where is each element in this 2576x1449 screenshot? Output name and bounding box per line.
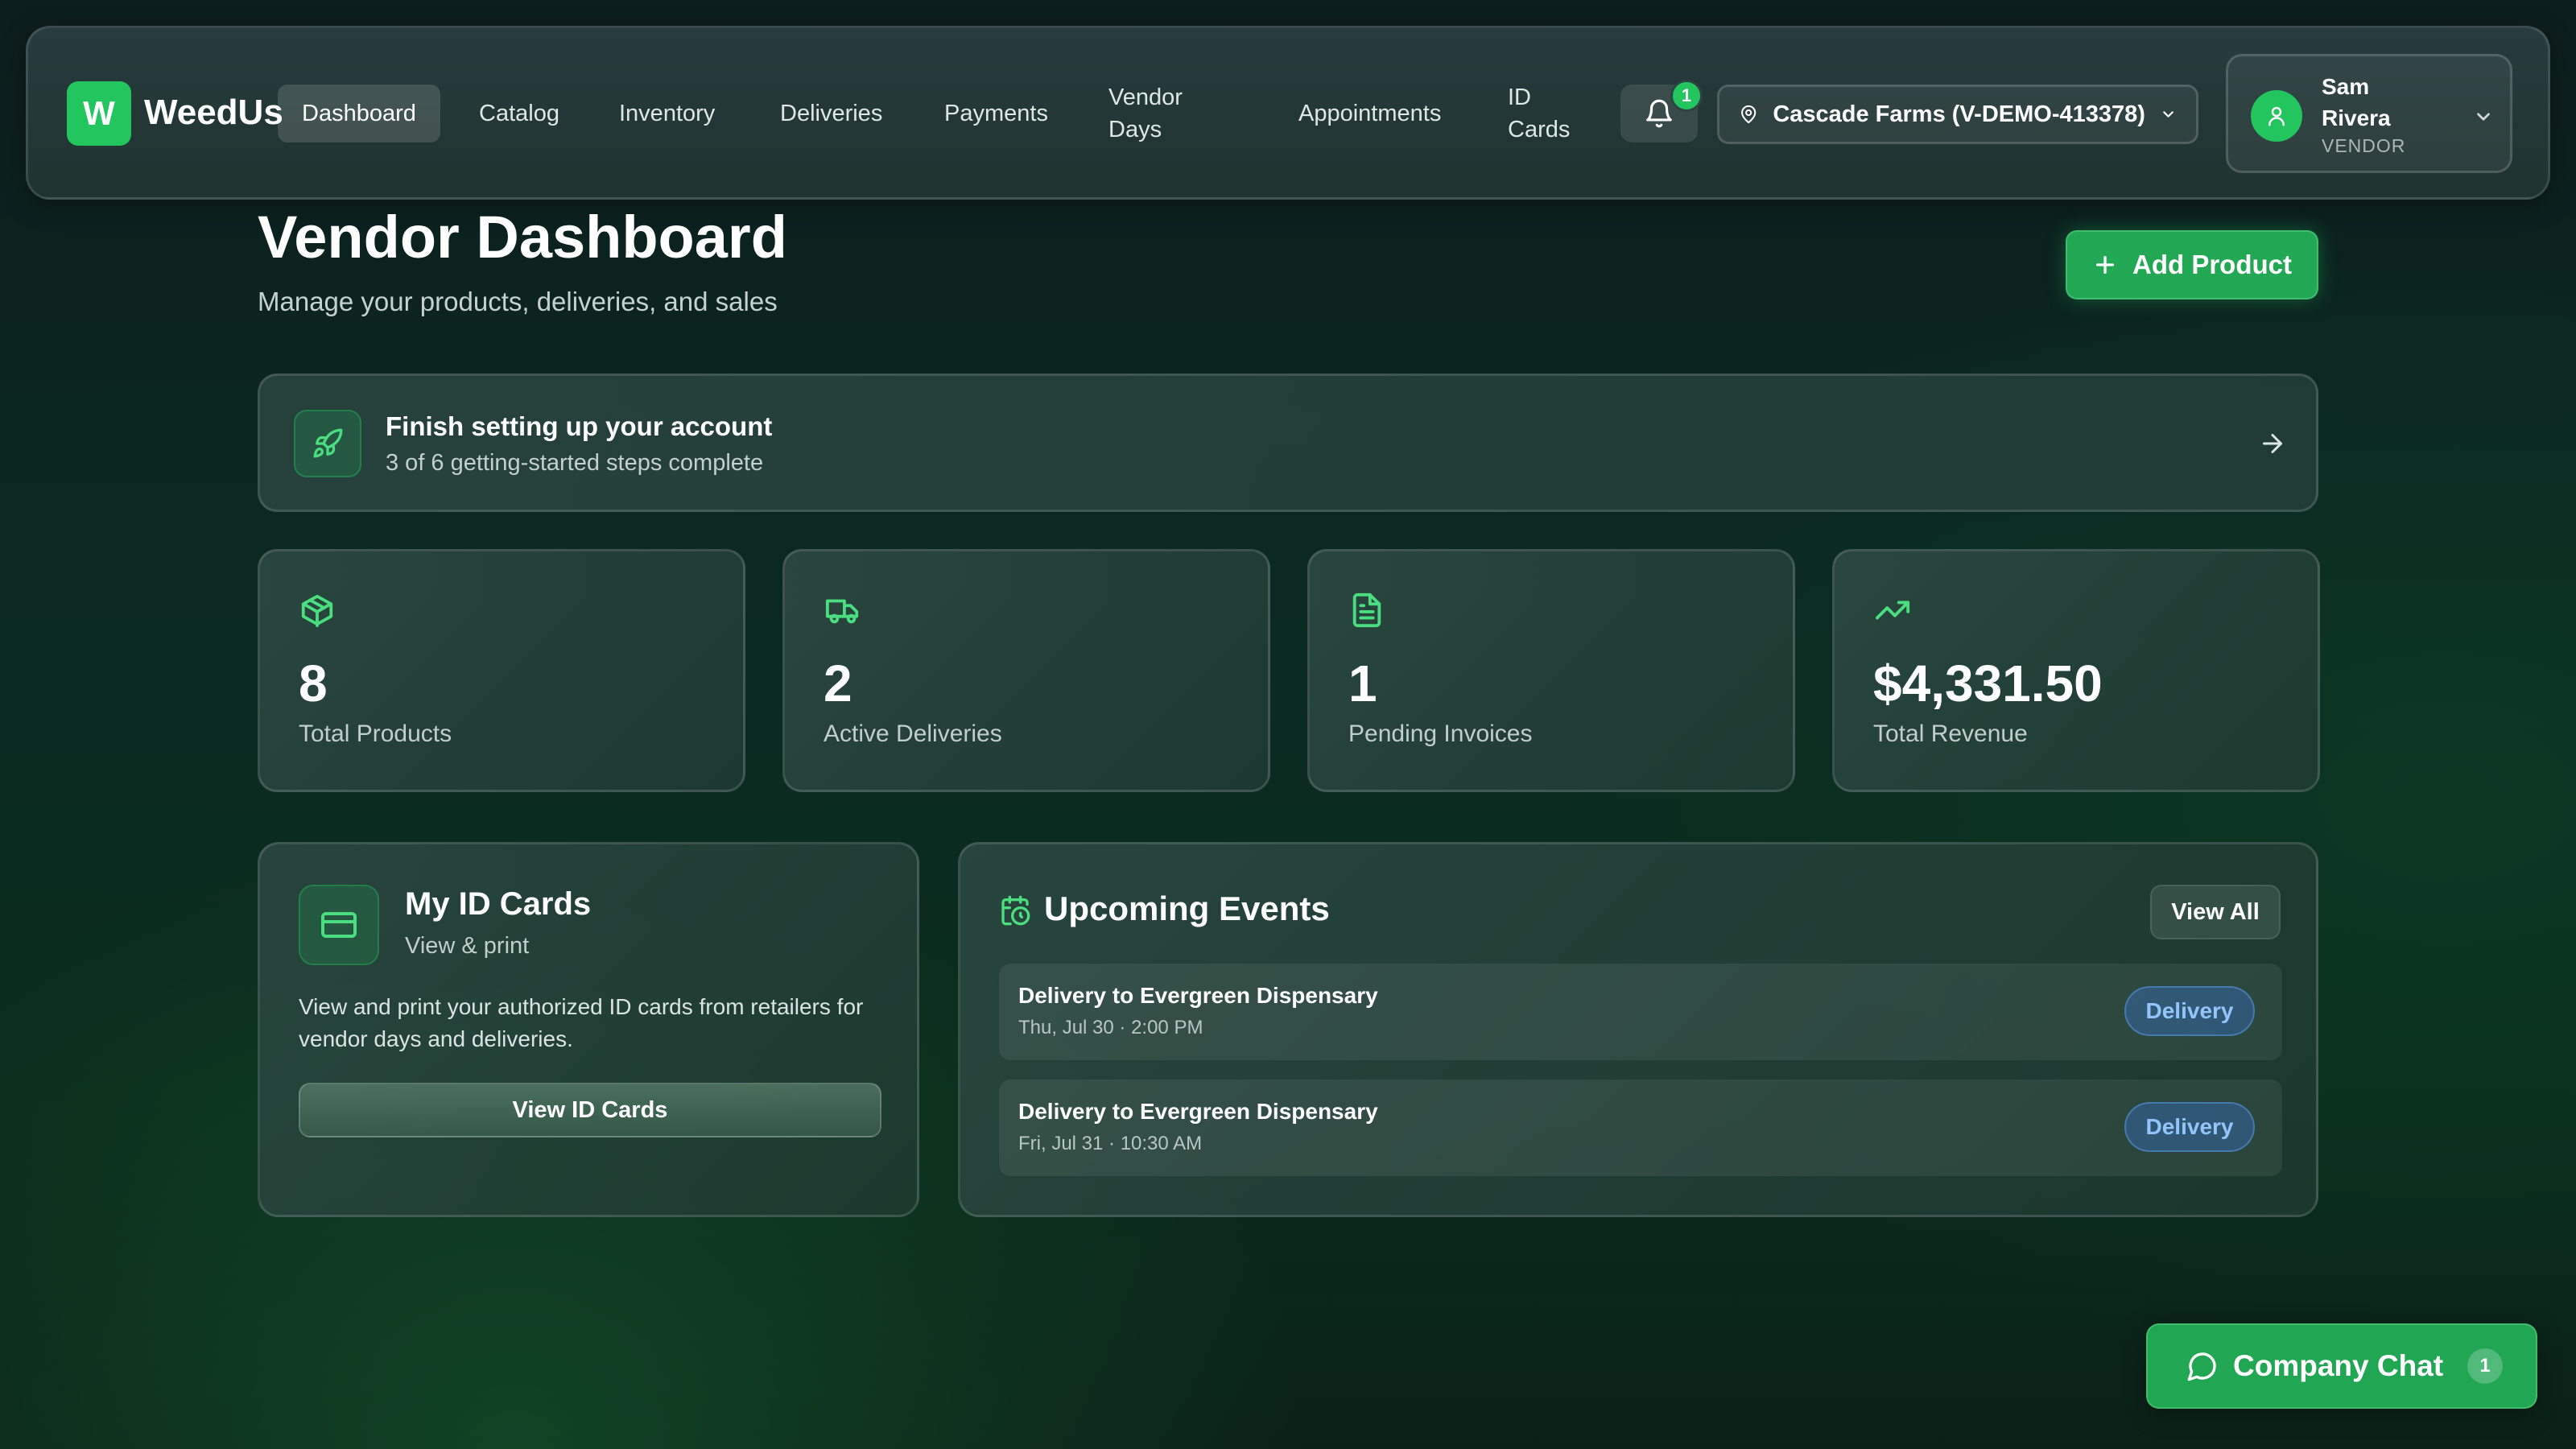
truck-icon (825, 599, 859, 624)
upcoming-events-panel: Upcoming Events View All Delivery to Eve… (958, 842, 2318, 1217)
nav-inventory[interactable]: Inventory (619, 97, 715, 130)
upcoming-events-title: Upcoming Events (1044, 890, 1330, 927)
location-label: Cascade Farms (V-DEMO-413378) (1773, 101, 2145, 127)
message-circle-icon (2187, 1352, 2216, 1381)
chevron-down-icon (2477, 113, 2490, 121)
nav-catalog[interactable]: Catalog (479, 97, 559, 130)
page-title: Vendor Dashboard (258, 204, 787, 270)
event-title: Delivery to Evergreen Dispensary (1018, 1099, 1378, 1124)
stat-card-total-revenue[interactable]: $4,331.50 Total Revenue (1832, 549, 2320, 792)
id-cards-subtitle: View & print (405, 933, 530, 959)
location-select[interactable]: Cascade Farms (V-DEMO-413378) (1717, 85, 2198, 144)
stat-card-pending-invoices[interactable]: 1 Pending Invoices (1307, 549, 1795, 792)
nav-id-cards[interactable]: ID Cards (1508, 81, 1572, 146)
user-icon (2268, 106, 2285, 126)
id-card-icon-box (299, 885, 379, 965)
calendar-clock-icon (1001, 895, 1030, 926)
event-row[interactable]: Delivery to Evergreen Dispensary Thu, Ju… (999, 964, 2282, 1060)
chat-unread-badge: 1 (2467, 1348, 2504, 1384)
stat-label: Total Products (299, 720, 452, 747)
arrow-right-icon (2263, 434, 2282, 453)
page-subtitle: Manage your products, deliveries, and sa… (258, 287, 778, 316)
event-title: Delivery to Evergreen Dispensary (1018, 983, 1378, 1008)
nav-dashboard[interactable]: Dashboard (278, 85, 440, 142)
stat-label: Active Deliveries (824, 720, 1002, 747)
trending-up-icon (1875, 601, 1910, 620)
stat-value: 2 (824, 654, 852, 712)
notification-badge: 1 (1670, 80, 1703, 112)
stat-value: 1 (1348, 654, 1377, 712)
nav-deliveries[interactable]: Deliveries (780, 97, 882, 130)
setup-progress-text: 3 of 6 getting-started steps complete (386, 450, 764, 476)
stat-value: 8 (299, 654, 328, 712)
stat-value: $4,331.50 (1873, 654, 2103, 712)
app-name[interactable]: WeedUs (144, 86, 283, 139)
nav-payments[interactable]: Payments (944, 97, 1048, 130)
add-product-button[interactable]: Add Product (2066, 230, 2318, 299)
user-name: Sam Rivera (2322, 74, 2391, 130)
user-role: VENDOR (2322, 135, 2406, 156)
credit-card-icon (321, 912, 357, 938)
rocket-icon-box (294, 410, 361, 477)
avatar (2251, 90, 2302, 142)
nav-appointments[interactable]: Appointments (1298, 97, 1441, 130)
top-navbar: W WeedUs Dashboard Catalog Inventory Del… (26, 26, 2550, 200)
bell-icon (1646, 99, 1672, 128)
logo-icon[interactable]: W (67, 81, 131, 146)
rocket-icon (313, 428, 343, 458)
event-type-badge: Delivery (2124, 986, 2255, 1036)
stat-label: Pending Invoices (1348, 720, 1533, 747)
map-pin-icon (1741, 105, 1757, 124)
event-time: Fri, Jul 31 · 10:30 AM (1018, 1133, 1203, 1154)
user-menu[interactable]: Sam Rivera VENDOR (2226, 54, 2512, 173)
setup-banner[interactable]: Finish setting up your account 3 of 6 ge… (258, 374, 2318, 512)
company-chat-button[interactable]: Company Chat 1 (2146, 1323, 2537, 1409)
view-all-button[interactable]: View All (2150, 885, 2281, 939)
package-icon (301, 594, 333, 628)
chevron-down-icon (2163, 111, 2174, 118)
view-id-cards-button[interactable]: View ID Cards (299, 1083, 881, 1137)
event-row[interactable]: Delivery to Evergreen Dispensary Fri, Ju… (999, 1080, 2282, 1176)
nav-vendor-days[interactable]: Vendor Days (1108, 81, 1205, 146)
company-chat-label: Company Chat (2233, 1349, 2444, 1382)
stat-card-active-deliveries[interactable]: 2 Active Deliveries (782, 549, 1270, 792)
file-text-icon (1352, 592, 1381, 628)
add-product-label: Add Product (2132, 250, 2292, 279)
id-cards-panel: My ID Cards View & print View and print … (258, 842, 919, 1217)
id-cards-title: My ID Cards (405, 886, 592, 922)
stat-label: Total Revenue (1873, 720, 2028, 747)
id-cards-description: View and print your authorized ID cards … (299, 994, 864, 1051)
stat-card-total-products[interactable]: 8 Total Products (258, 549, 745, 792)
event-type-badge: Delivery (2124, 1102, 2255, 1152)
plus-icon (2096, 256, 2114, 274)
setup-title: Finish setting up your account (386, 411, 773, 441)
event-time: Thu, Jul 30 · 2:00 PM (1018, 1017, 1203, 1038)
